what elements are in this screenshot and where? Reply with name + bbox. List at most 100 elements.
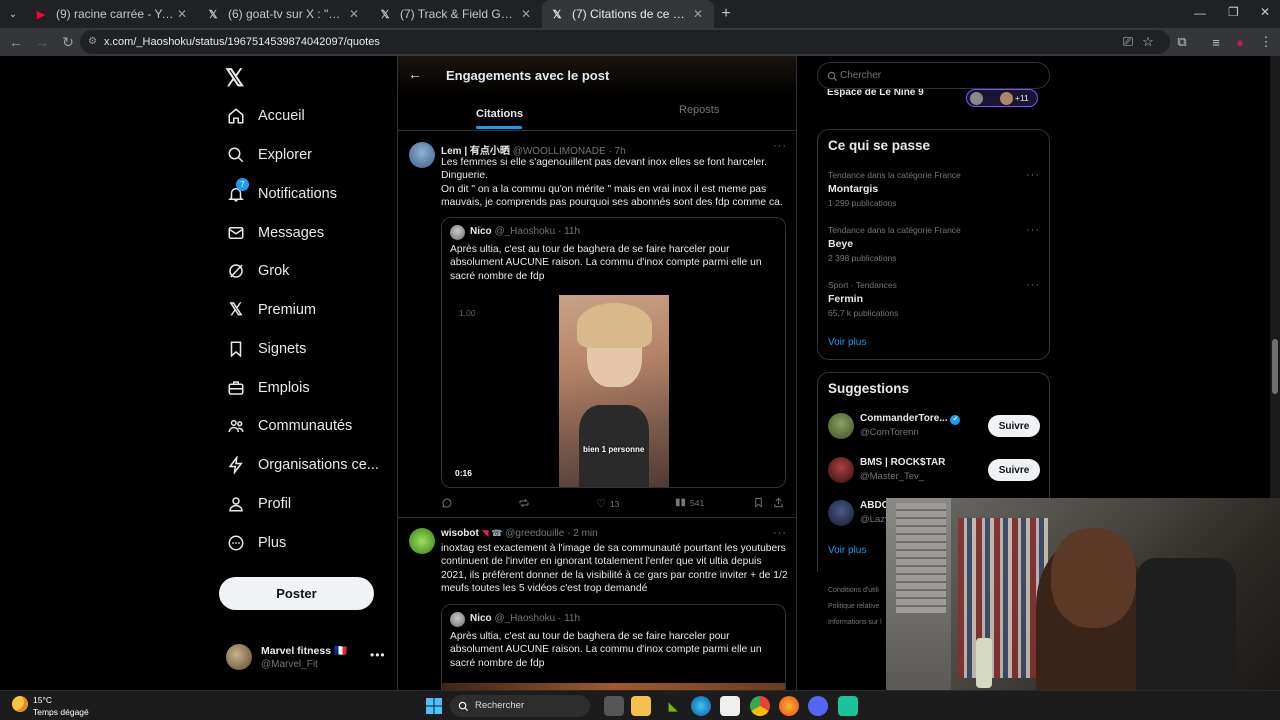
trends-show-more[interactable]: Voir plus — [828, 337, 866, 348]
search-icon — [458, 699, 469, 717]
space-card[interactable]: Espace de Le Nine 9 +11 — [817, 89, 1050, 116]
weather-widget[interactable]: 15°C Temps dégagé — [12, 693, 112, 719]
install-icon[interactable]: ⎚ — [1118, 32, 1138, 52]
video-player[interactable]: 1.00 bien 1 personne 0:16 — [442, 295, 785, 487]
avatar — [450, 612, 465, 627]
nav-accueil[interactable]: Accueil — [226, 98, 305, 134]
x-logo-icon[interactable]: 𝕏 — [225, 64, 244, 93]
post-button[interactable]: Poster — [219, 577, 374, 610]
tab-citations[interactable]: 𝕏 (7) Citations de ce post / X ✕ — [542, 0, 714, 28]
post-text: inoxtag est exactement à l'image de sa c… — [441, 543, 788, 595]
avatar — [450, 225, 465, 240]
store-icon[interactable] — [720, 696, 740, 716]
more-icon[interactable]: ··· — [1026, 224, 1040, 236]
nav-profil[interactable]: Profil — [226, 486, 291, 522]
app-icon[interactable] — [838, 696, 858, 716]
avatar[interactable] — [409, 528, 435, 554]
nav-organisations[interactable]: Organisations ce... — [226, 447, 379, 483]
nav-premium[interactable]: 𝕏 Premium — [226, 292, 316, 328]
nav-notifications[interactable]: 7 Notifications — [226, 176, 337, 212]
quoted-post[interactable]: Nico @_Haoshoku · 11h Après ultia, c'est… — [441, 604, 786, 690]
extensions-icon[interactable]: ⧉ — [1172, 32, 1192, 52]
like-button[interactable]: ♡ 13 — [596, 497, 619, 510]
repost-icon[interactable] — [518, 497, 530, 509]
scrollbar-thumb[interactable] — [1272, 339, 1278, 394]
back-icon[interactable]: ← — [4, 30, 28, 54]
nav-messages[interactable]: Messages — [226, 215, 324, 251]
youtube-icon: ▶ — [36, 8, 46, 21]
nav-signets[interactable]: Signets — [226, 331, 306, 367]
suggestions-title: Suggestions — [828, 381, 910, 396]
tab-citations-post[interactable]: Citations — [476, 104, 523, 129]
trend-item[interactable]: Tendance dans la catégorie France Montar… — [828, 170, 961, 208]
tab-youtube[interactable]: ▶ (9) racine carrée - YouTube ✕ — [26, 0, 198, 28]
video-caption: bien 1 personne — [583, 445, 645, 454]
nav-explorer[interactable]: Explorer — [226, 137, 312, 173]
search-box[interactable]: Chercher — [817, 62, 1050, 89]
post-actions: ♡ 13 ▮▮ 541 — [441, 497, 786, 511]
edge-icon[interactable] — [691, 696, 711, 716]
trend-item[interactable]: Tendance dans la catégorie France Beye 2… — [828, 225, 961, 263]
close-icon[interactable]: ✕ — [518, 7, 534, 21]
chrome-icon[interactable] — [750, 696, 770, 716]
more-circle-icon — [226, 533, 246, 553]
firefox-icon[interactable] — [779, 696, 799, 716]
windows-start-icon[interactable] — [424, 696, 444, 716]
more-icon[interactable]: ••• — [370, 648, 386, 662]
bookmark-star-icon[interactable]: ☆ — [1138, 32, 1158, 52]
forward-icon[interactable]: → — [30, 30, 54, 54]
share-icon[interactable] — [773, 497, 784, 508]
tab-reposts[interactable]: Reposts — [679, 104, 719, 116]
suggestion-item[interactable]: ABDO @Lazy — [828, 498, 890, 528]
file-explorer-icon[interactable] — [631, 696, 651, 716]
quoted-post[interactable]: Nico @_Haoshoku · 11h Après ultia, c'est… — [441, 217, 786, 488]
more-icon[interactable]: ··· — [773, 527, 787, 539]
taskbar-search[interactable]: Rechercher — [450, 695, 590, 717]
views-icon: ▮▮ — [675, 497, 687, 508]
views-button[interactable]: ▮▮ 541 — [675, 497, 704, 508]
maximize-button[interactable]: ❐ — [1228, 5, 1239, 19]
reload-icon[interactable]: ↻ — [56, 30, 80, 54]
profile-icon[interactable]: ● — [1230, 32, 1250, 52]
tab-track-field[interactable]: 𝕏 (7) Track & Field Gazette sur X ✕ — [370, 0, 542, 28]
discord-icon[interactable] — [808, 696, 828, 716]
account-switcher[interactable]: Marvel fitness 🇫🇷 @Marvel_Fit ••• — [226, 642, 386, 674]
more-icon[interactable]: ··· — [1026, 279, 1040, 291]
follow-button[interactable]: Suivre — [988, 459, 1040, 481]
reply-icon[interactable] — [441, 497, 453, 509]
new-tab-button[interactable]: + — [714, 0, 738, 28]
nav-communautes[interactable]: Communautés — [226, 408, 352, 444]
bookmark-icon[interactable] — [753, 497, 764, 508]
post-item[interactable]: Lem | 有点小晒 @WOOLLIMONADE · 7h ··· Les fe… — [398, 132, 796, 518]
close-icon[interactable]: ✕ — [690, 7, 706, 21]
close-window-button[interactable]: ✕ — [1260, 5, 1270, 19]
badge-icon: ☎ — [491, 528, 503, 538]
reading-list-icon[interactable]: ≡ — [1206, 32, 1226, 52]
nav-plus[interactable]: Plus — [226, 525, 286, 561]
site-info-icon[interactable]: ⚙ — [88, 30, 97, 54]
close-icon[interactable]: ✕ — [174, 7, 190, 21]
video-frame: bien 1 personne — [559, 295, 669, 487]
more-icon[interactable]: ··· — [1026, 169, 1040, 181]
suggestions-show-more[interactable]: Voir plus — [828, 545, 866, 556]
task-view-icon[interactable] — [604, 696, 624, 716]
more-icon[interactable]: ··· — [773, 140, 787, 152]
minimize-button[interactable]: — — [1194, 6, 1206, 20]
avatar — [828, 500, 854, 526]
nav-emplois[interactable]: Emplois — [226, 370, 310, 406]
nav-grok[interactable]: Grok — [226, 253, 289, 289]
trend-item[interactable]: Sport · Tendances Fermin 65,7 k publicat… — [828, 280, 898, 318]
address-bar[interactable]: ⚙ x.com/_Haoshoku/status/196751453987404… — [80, 30, 1170, 54]
tab-goat-tv[interactable]: 𝕏 (6) goat-tv sur X : "Dinguerie ! ✕ — [198, 0, 370, 28]
back-arrow-icon[interactable]: ← — [408, 66, 422, 82]
nvidia-icon[interactable]: ◣ — [663, 696, 683, 716]
menu-icon[interactable]: ⋮ — [1256, 32, 1276, 52]
avatar — [828, 413, 854, 439]
follow-button[interactable]: Suivre — [988, 415, 1040, 437]
post-item[interactable]: wisobot ◥ ☎ @greedouille · 2 min ··· ino… — [398, 519, 796, 690]
tab-list-icon[interactable]: ⌄ — [0, 0, 26, 28]
quote-author: Nico @_Haoshoku · 11h — [470, 613, 581, 624]
media-thumbnail[interactable] — [442, 683, 785, 690]
avatar[interactable] — [409, 142, 435, 168]
close-icon[interactable]: ✕ — [346, 7, 362, 21]
